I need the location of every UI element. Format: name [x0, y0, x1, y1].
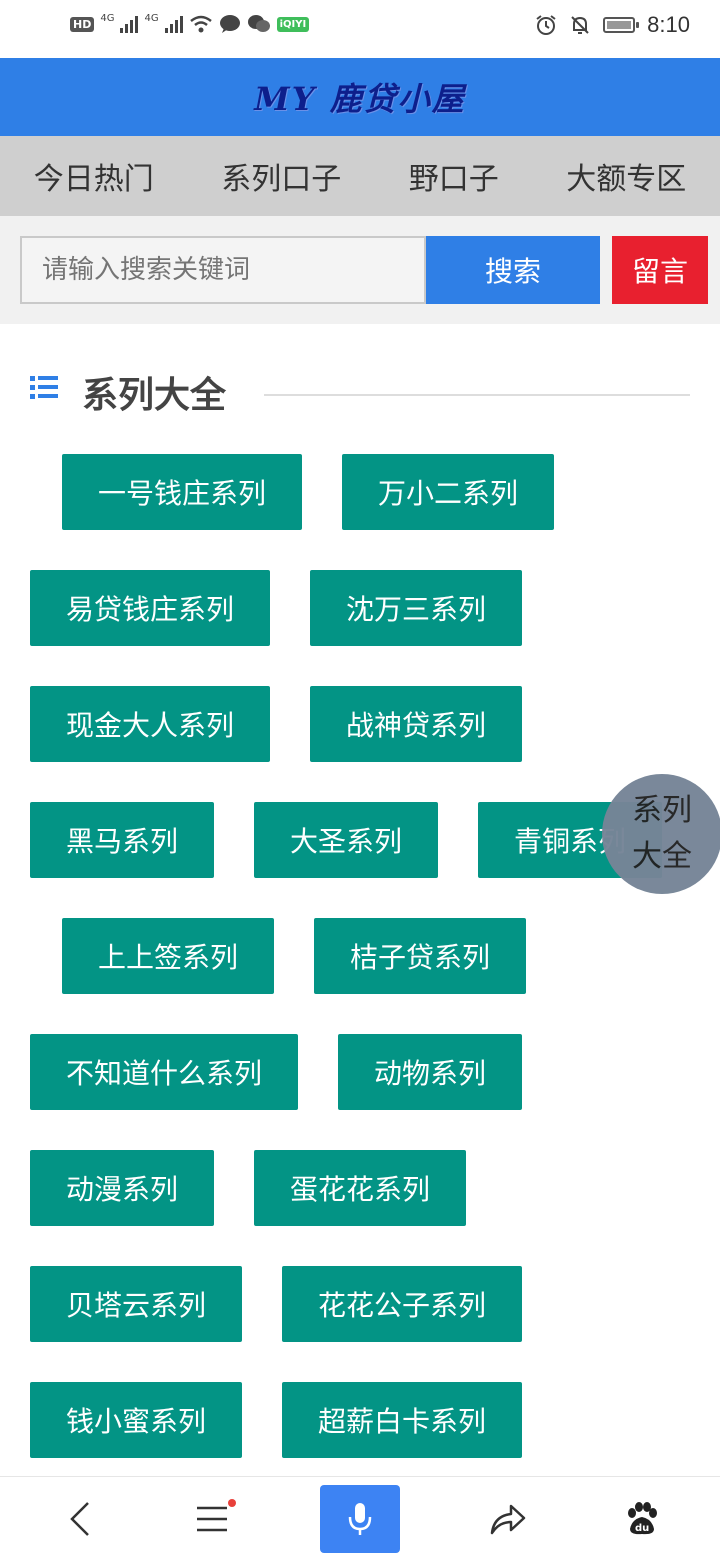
series-tag[interactable]: 战神贷系列 [310, 686, 522, 762]
share-icon [490, 1504, 526, 1535]
microphone-icon [348, 1503, 372, 1535]
tab-today-hot[interactable]: 今日热门 [26, 154, 162, 198]
series-tag[interactable]: 动漫系列 [30, 1150, 214, 1226]
series-tag[interactable]: 动物系列 [338, 1034, 522, 1110]
svg-text:du: du [635, 1523, 649, 1534]
series-tag[interactable]: 贝塔云系列 [30, 1266, 242, 1342]
floating-series-button[interactable]: 系列 大全 [602, 774, 720, 894]
menu-button[interactable] [182, 1477, 242, 1561]
search-button[interactable]: 搜索 [426, 236, 600, 304]
tab-series[interactable]: 系列口子 [213, 154, 349, 198]
search-bar: 搜索 留言 [0, 216, 720, 324]
wechat-icon [247, 15, 270, 32]
search-input[interactable] [20, 236, 426, 304]
baidu-button[interactable]: du [612, 1477, 672, 1561]
signal-icon [120, 15, 139, 33]
series-tag[interactable]: 花花公子系列 [282, 1266, 522, 1342]
section-title: 系列大全 [82, 375, 227, 416]
notification-dot [228, 1499, 236, 1507]
wifi-icon [189, 15, 212, 33]
alarm-icon [536, 15, 556, 35]
chat-bubble-icon [219, 15, 240, 33]
clock: 8:10 [647, 12, 690, 37]
network-type-2: 4G [144, 12, 159, 24]
site-logo[interactable]: MY 鹿贷小屋 [254, 74, 465, 120]
series-tag[interactable]: 蛋花花系列 [254, 1150, 466, 1226]
series-tag[interactable]: 桔子贷系列 [314, 918, 526, 994]
series-tag[interactable]: 大圣系列 [254, 802, 438, 878]
series-tag[interactable]: 不知道什么系列 [30, 1034, 298, 1110]
voice-search-button[interactable] [320, 1485, 400, 1553]
status-bar: HD 4G 4G iQIYI 8:10 [0, 0, 720, 58]
section-header: 系列大全 [30, 362, 690, 422]
iqiyi-icon: iQIYI [276, 16, 310, 32]
floating-label-line2: 大全 [632, 839, 692, 874]
signal-icon-2 [164, 15, 183, 33]
message-button[interactable]: 留言 [612, 236, 708, 304]
network-type-1: 4G [100, 12, 115, 24]
series-tag[interactable]: 钱小蜜系列 [30, 1382, 242, 1458]
menu-icon [197, 1506, 227, 1532]
battery-icon [603, 17, 640, 33]
tab-large-amount[interactable]: 大额专区 [558, 154, 694, 198]
series-tag[interactable]: 黑马系列 [30, 802, 214, 878]
back-button[interactable] [50, 1477, 110, 1561]
floating-label-line1: 系列 [632, 793, 692, 828]
bell-off-icon [571, 16, 589, 34]
series-tag[interactable]: 一号钱庄系列 [62, 454, 302, 530]
baidu-paw-icon: du [628, 1502, 657, 1535]
series-tag[interactable]: 易贷钱庄系列 [30, 570, 270, 646]
section-divider [264, 394, 690, 396]
site-header: MY 鹿贷小屋 [0, 58, 720, 136]
browser-bottom-bar: du [0, 1476, 720, 1561]
share-button[interactable] [478, 1477, 538, 1561]
list-icon [30, 376, 58, 400]
series-tag[interactable]: 超薪白卡系列 [282, 1382, 522, 1458]
nav-tabs: 今日热门 系列口子 野口子 大额专区 [0, 136, 720, 216]
series-tag[interactable]: 万小二系列 [342, 454, 554, 530]
hd-badge: HD [70, 16, 95, 32]
series-tag[interactable]: 现金大人系列 [30, 686, 270, 762]
series-tag[interactable]: 上上签系列 [62, 918, 274, 994]
series-tag[interactable]: 沈万三系列 [310, 570, 522, 646]
back-icon [70, 1502, 89, 1536]
tab-wild[interactable]: 野口子 [401, 154, 507, 198]
